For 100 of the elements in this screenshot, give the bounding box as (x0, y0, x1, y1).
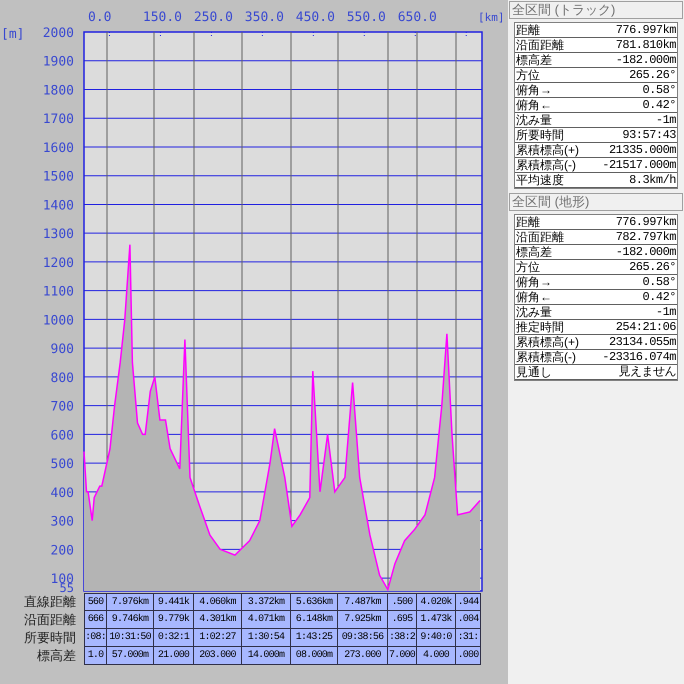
y-tick-label: 500 (50, 457, 74, 472)
stat-value: 776.997km (616, 23, 676, 37)
stat-label: 沈み量 (516, 113, 552, 127)
stat-label: 俯角← (516, 290, 552, 304)
stat-label: 俯角→ (516, 275, 552, 289)
y-tick-label: 400 (50, 486, 74, 501)
row-label: 直線距離 (23, 593, 76, 611)
table-cell: 3.372km (242, 593, 291, 611)
table-cell: .000 (456, 647, 481, 665)
stat-value: 0.42° (642, 290, 676, 304)
table-cell: :08: (84, 629, 107, 647)
y-tick-label: 1900 (42, 54, 74, 70)
y-tick-label: 1400 (42, 198, 74, 214)
y-tick-label: 1000 (42, 313, 74, 328)
table-cell: 9:40:0 (417, 629, 456, 647)
stat-value: 254:21:06 (616, 320, 676, 334)
row-label: 所要時間 (23, 629, 76, 647)
table-cell: 666 (84, 611, 107, 629)
table-cell: 9.746km (107, 611, 154, 629)
y-tick-label: 1300 (42, 227, 74, 242)
x-axis-unit: [km] (478, 11, 504, 24)
table-cell: 4.020k (417, 593, 456, 611)
table-cell: 1:02:27 (194, 629, 242, 647)
y-tick-label: 1200 (42, 256, 74, 271)
stat-value: 0.42° (642, 98, 676, 112)
row-label: 標高差 (36, 647, 76, 665)
x-tick-label: 350.0 (244, 10, 284, 25)
section-header[interactable]: 全区間 (地形) (509, 193, 683, 211)
x-tick-label: 150.0 (142, 10, 182, 25)
table-cell: 5.636km (291, 593, 338, 611)
stat-label: 累積標高(+) (516, 335, 579, 349)
x-tick-label: 250.0 (194, 10, 233, 25)
row-label: 沿面距離 (23, 611, 76, 629)
table-cell: 08.000m (291, 647, 338, 665)
table-cell: 4.060km (194, 593, 242, 611)
table-cell: .500 (388, 593, 417, 611)
stat-label: 平均速度 (516, 173, 564, 187)
y-tick-label: 2000 (42, 26, 74, 41)
table-cell: 560 (84, 593, 107, 611)
table-cell: 4.301km (194, 611, 242, 629)
stat-label: 俯角← (516, 98, 552, 112)
stat-label: 推定時間 (516, 320, 564, 334)
table-cell: .004 (456, 611, 481, 629)
table-cell: 7.976km (107, 593, 154, 611)
y-tick-label: 1700 (42, 112, 74, 128)
stat-label: 沈み量 (516, 305, 552, 319)
y-tick-label: 1600 (42, 140, 74, 156)
stat-value: 23134.055m (608, 335, 676, 349)
stat-value: 見えません (618, 365, 676, 379)
y-tick-label: 800 (50, 370, 74, 386)
table-cell: 203.000 (194, 647, 242, 665)
y-tick-label: 1800 (42, 83, 74, 98)
stat-label: 沿面距離 (516, 230, 564, 244)
stat-label: 方位 (516, 68, 540, 82)
table-cell: .695 (388, 611, 417, 629)
stat-label: 見通し (516, 365, 552, 379)
section-header[interactable]: 全区間 (トラック) (509, 1, 683, 19)
y-tick-label: 600 (50, 428, 74, 444)
table-cell: .944 (456, 593, 481, 611)
x-tick-label: 0.0 (88, 10, 112, 25)
stat-label: 標高差 (516, 245, 552, 259)
stat-label: 方位 (516, 260, 540, 274)
stat-value: -21517.000m (602, 158, 676, 172)
stat-value: 21335.000m (608, 143, 676, 157)
stat-label: 累積標高(-) (516, 158, 576, 172)
x-tick-label: 650.0 (398, 10, 437, 25)
table-cell: 1.473k (417, 611, 456, 629)
stat-value: -1m (656, 113, 676, 127)
table-cell: 7.000 (388, 647, 417, 665)
stat-value: 0.58° (642, 83, 676, 97)
stat-value: 265.26° (629, 260, 676, 274)
stat-label: 累積標高(-) (516, 350, 576, 364)
table-cell: 1:43:25 (291, 629, 338, 647)
y-axis-unit: [m] (1, 27, 24, 42)
table-cell: :31: (456, 629, 481, 647)
table-cell: 21.000 (154, 647, 194, 665)
table-cell: 6.148km (291, 611, 338, 629)
stat-value: 93:57:43 (622, 128, 676, 142)
table-cell: 57.000m (107, 647, 154, 665)
y-tick-label: 900 (50, 342, 74, 358)
table-cell: 4.071km (242, 611, 291, 629)
table-cell: 09:38:56 (338, 629, 388, 647)
stat-label: 所要時間 (516, 128, 564, 142)
stat-value: 776.997km (616, 215, 676, 229)
stat-label: 沿面距離 (516, 38, 564, 52)
table-cell: 14.000m (242, 647, 291, 665)
x-tick-label: 550.0 (346, 10, 386, 25)
table-cell: 0:32:1 (154, 629, 194, 647)
y-tick-label: 700 (50, 400, 74, 415)
stat-label: 俯角→ (516, 83, 552, 97)
table-cell: 4.000 (417, 647, 456, 665)
table-cell: 9.779k (154, 611, 194, 629)
y-tick-label: 300 (50, 514, 74, 530)
y-tick-label: 200 (50, 543, 74, 558)
stat-value: -182.000m (616, 245, 676, 259)
table-cell: 1.0 (84, 647, 107, 665)
stat-label: 距離 (516, 215, 540, 229)
stat-value: 781.810km (616, 38, 676, 52)
table-cell: :38:2 (388, 629, 417, 647)
y-tick-label: 1100 (42, 284, 74, 300)
